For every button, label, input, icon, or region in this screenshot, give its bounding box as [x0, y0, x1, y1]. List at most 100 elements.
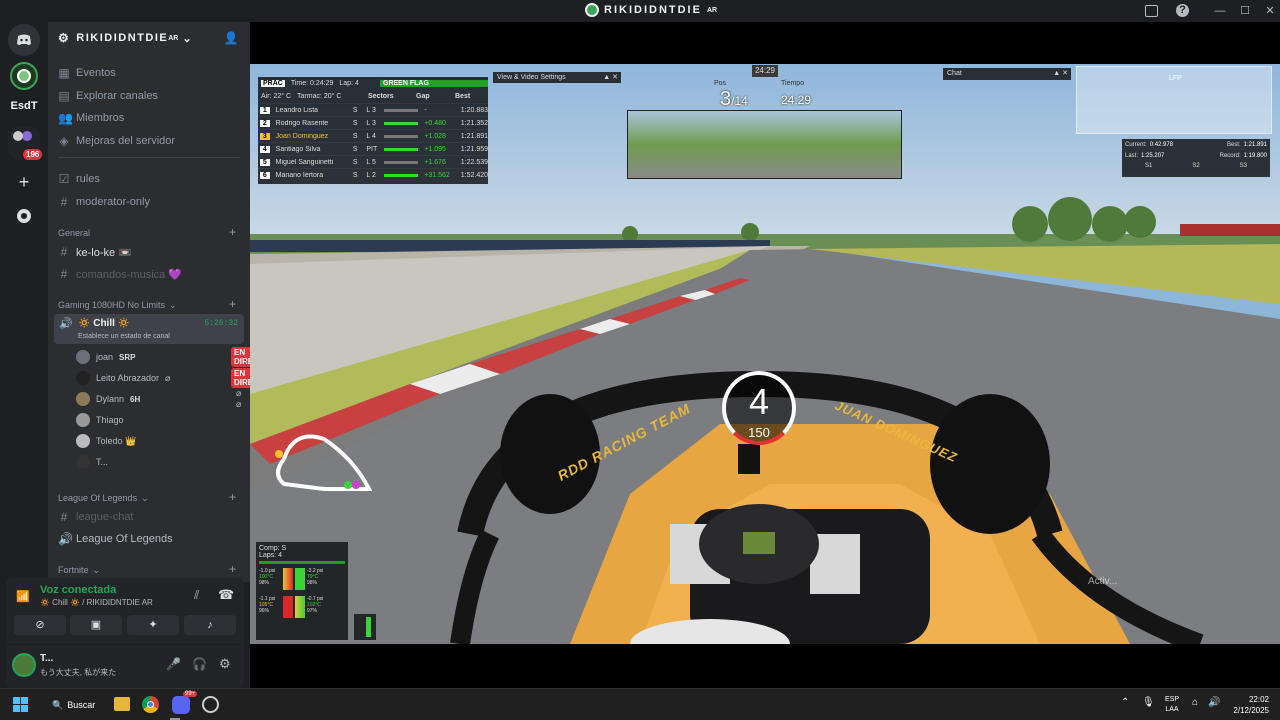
server-header[interactable]: ⚙ RIKIDIDNTDIE AR ⌄ 👤 [48, 22, 250, 54]
gear-value: 4 [748, 381, 770, 422]
lap-status: L 3 [366, 119, 376, 127]
voice-location[interactable]: 🔅 Chill 🔅 / RIKIDIDNTDIE AR [40, 598, 153, 607]
close-icon[interactable]: ▲ ✕ [603, 72, 618, 83]
inbox-icon[interactable] [1145, 5, 1158, 17]
nav-label: Eventos [76, 67, 116, 79]
discord-taskbar-icon[interactable] [172, 696, 190, 714]
microphone-icon[interactable]: 🎤 [166, 657, 181, 671]
track-minimap [275, 434, 373, 491]
app-icon[interactable] [202, 696, 219, 713]
close-icon[interactable]: ▲ ✕ [1053, 68, 1068, 80]
voice-user-joan[interactable]: joanSRPEN DIRECTO [76, 347, 273, 367]
channel-label: moderator-only [76, 196, 150, 208]
nav-explorar-canales[interactable]: ▤ Explorar canales [58, 87, 158, 105]
channel-moderator-only[interactable]: # moderator-only [58, 193, 150, 211]
chat-window[interactable]: Chat ▲ ✕ [943, 68, 1071, 80]
category-lol[interactable]: League Of Legends ⌄ [58, 493, 149, 504]
chrome-icon[interactable] [142, 696, 159, 713]
tyre-wear: 98% [307, 580, 318, 586]
stream-letterbox-top [250, 22, 1280, 64]
language-indicator[interactable]: ESP LAA [1160, 695, 1184, 715]
pos-cell: 1 [260, 106, 270, 114]
category-fortnite[interactable]: Fortnite ⌄ [58, 565, 100, 576]
channel-league-chat[interactable]: # league-chat [58, 508, 134, 526]
direct-messages-icon[interactable] [8, 24, 40, 56]
category-gaming[interactable]: Gaming 1080HD No Limits ⌄ [58, 300, 177, 311]
signal-icon[interactable]: 📶 [16, 590, 30, 603]
sector-bars [383, 159, 425, 166]
tyre-compound: S [352, 119, 358, 127]
server-name-suffix: AR [168, 34, 179, 42]
windows-start-icon[interactable] [13, 697, 29, 713]
hash-icon: # [60, 510, 68, 524]
stream-video[interactable]: RDD RACING TEAM JUAN DOMINGUEZ PRAC Time… [250, 64, 1280, 644]
close-icon[interactable]: ✕ [1262, 3, 1278, 19]
server-settings-icon: ⚙ [58, 31, 71, 45]
pos-cell: 2 [260, 119, 270, 127]
microphone-tray-icon[interactable]: 🎙 [1142, 697, 1155, 708]
nav-mejoras[interactable]: ◈ Mejoras del servidor [58, 132, 175, 150]
voice-user-t[interactable]: T... [76, 454, 108, 470]
best-time: 1:20.883 [460, 106, 489, 114]
server-esdt-label[interactable]: EsdT [0, 100, 48, 112]
voice-user-leito[interactable]: Leito Abrazador⌀EN DIRECTO [76, 368, 273, 388]
tyre-front: -1.0 psi 100°C 98% -3.2 psi 79°C 98% [259, 568, 345, 590]
discover-icon[interactable] [8, 200, 40, 232]
channel-label: ke-lo-ke 📼 [76, 246, 132, 259]
server-rikididntdie-icon[interactable] [10, 62, 38, 90]
channel-league-voice[interactable]: 🔊 League Of Legends [58, 530, 173, 548]
network-icon[interactable]: ⌂ [1192, 697, 1198, 708]
soundboard-button[interactable]: ♪ [184, 615, 236, 635]
view-settings-window[interactable]: View & Video Settings ▲ ✕ [493, 72, 621, 83]
avatar[interactable] [12, 653, 36, 677]
file-explorer-icon[interactable] [114, 697, 130, 711]
clock-date: 2/12/2025 [1233, 706, 1269, 715]
screen-share-button[interactable]: ▣ [70, 615, 122, 635]
lap-status: PIT [366, 145, 378, 153]
add-server-icon[interactable]: + [8, 166, 40, 198]
driver-name: Mariano Iertora [275, 171, 324, 179]
voice-user-name: Thiago [96, 415, 124, 425]
add-channel-icon[interactable]: + [229, 297, 236, 311]
nav-miembros[interactable]: 👥 Miembros [58, 109, 124, 127]
server-name: RIKIDIDNTDIE [76, 32, 169, 44]
add-member-icon[interactable]: 👤 [224, 31, 240, 45]
voice-user-thiago[interactable]: Thiago [76, 412, 124, 428]
tyre-compound: S [352, 171, 358, 179]
voice-user-dylann[interactable]: Dylann 6H ⌀ ⌀ [76, 388, 241, 409]
category-general[interactable]: General [58, 228, 90, 238]
discord-badge: 99+ [183, 691, 198, 697]
nav-eventos[interactable]: ▦ Eventos [58, 64, 116, 82]
best-value: 1:21.891 [1243, 142, 1267, 148]
standings-row: 4 Santiago Silva S PIT +1.095 1:21.959 [258, 142, 488, 155]
best-time: 1:22.539 [460, 158, 489, 166]
lap-status: L 2 [366, 171, 376, 179]
channel-comandos-musica[interactable]: # comandos-musica 💜 [58, 265, 182, 283]
voice-user-toledo[interactable]: Toledo 👑 [76, 433, 136, 449]
help-icon[interactable]: ? [1176, 4, 1189, 17]
channel-rules[interactable]: ☑ rules [58, 170, 100, 188]
add-channel-icon[interactable]: + [229, 225, 236, 239]
voice-channel-status[interactable]: Establece un estado de canal [78, 333, 170, 340]
activities-button[interactable]: ✦ [127, 615, 179, 635]
voice-channel-chill[interactable]: 🔊 🔅 Chill 🔅 5:26:32 Establece un estado … [54, 314, 244, 344]
user-settings-icon[interactable]: ⚙ [219, 656, 231, 672]
nav-label: Mejoras del servidor [76, 135, 176, 147]
volume-icon[interactable]: 🔊 [1208, 697, 1220, 708]
add-channel-icon[interactable]: + [229, 562, 236, 576]
disconnect-icon[interactable]: ☎ [218, 587, 234, 603]
tyre-rl-graphic [283, 596, 293, 618]
noise-suppression-icon[interactable]: ⫽ [194, 588, 199, 603]
camera-button[interactable]: ⊘ [14, 615, 66, 635]
clock[interactable]: 22:02 2/12/2025 [1225, 694, 1269, 716]
headphones-icon[interactable]: 🎧 [192, 657, 207, 671]
search-box[interactable]: 🔍 Buscar [42, 695, 104, 715]
chevron-up-icon[interactable]: ⌃ [1121, 697, 1129, 708]
minimize-icon[interactable]: — [1212, 3, 1228, 19]
channel-ke-lo-ke[interactable]: # ke-lo-ke 📼 [58, 243, 132, 261]
voice-user-tag: 6H [130, 394, 141, 404]
standings-row: 1 Leandro Lista S L 3 - 1:20.883 [258, 103, 488, 116]
add-channel-icon[interactable]: + [229, 490, 236, 504]
driver-name: Miguel Sanguinetti [275, 158, 334, 166]
maximize-icon[interactable]: ☐ [1237, 3, 1253, 19]
